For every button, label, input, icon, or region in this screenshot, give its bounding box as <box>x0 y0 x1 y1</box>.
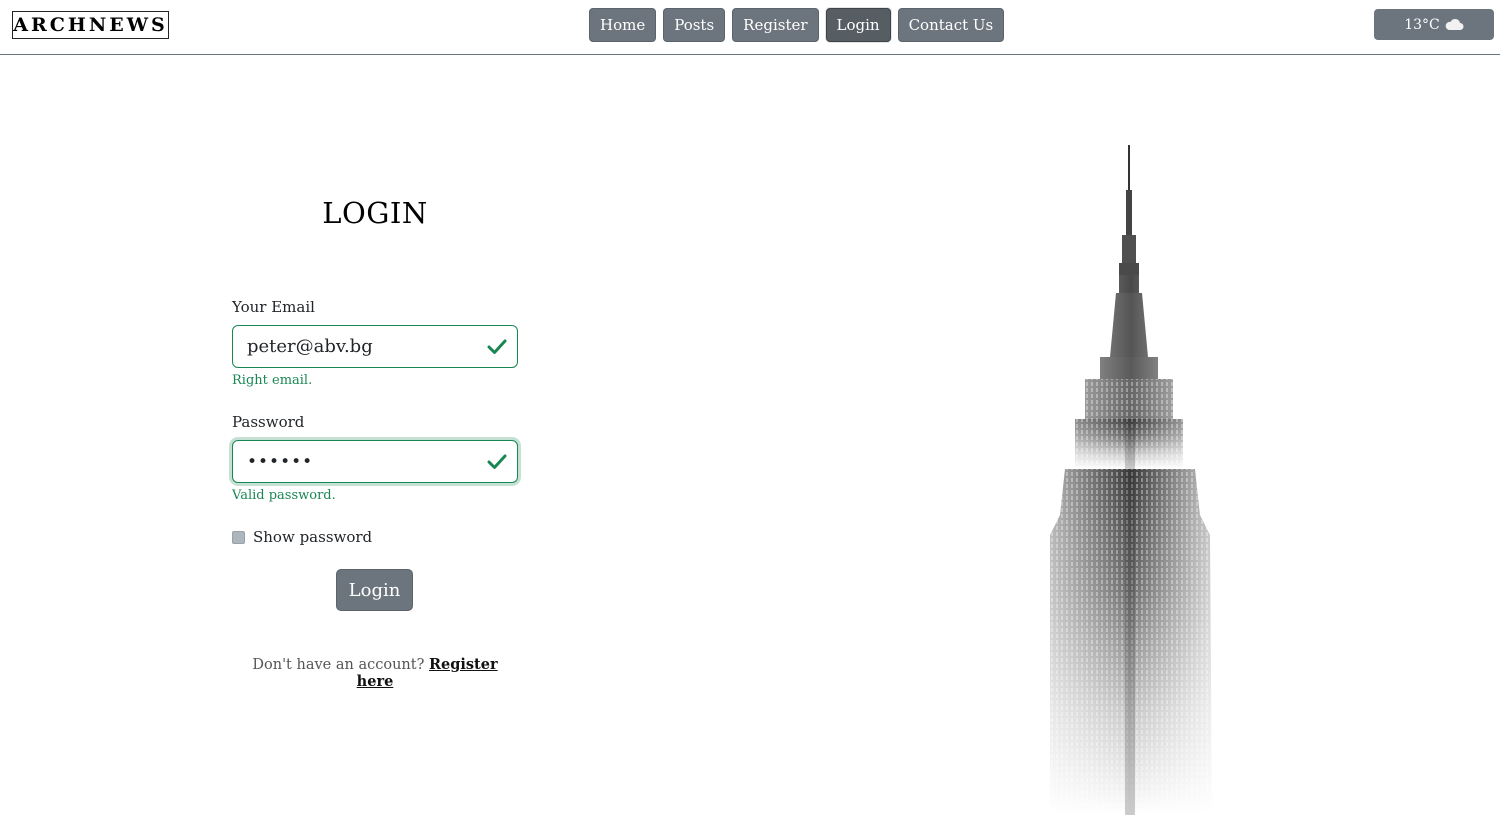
show-password-label: Show password <box>253 528 373 546</box>
navbar: ARCHNEWS Home Posts Register Login Conta… <box>0 0 1500 55</box>
skyscraper-image <box>1050 145 1212 815</box>
password-feedback: Valid password. <box>232 488 336 503</box>
cloud-icon <box>1445 18 1464 30</box>
show-password-toggle[interactable]: Show password <box>232 528 372 546</box>
login-button[interactable]: Login <box>336 569 413 611</box>
show-password-checkbox[interactable] <box>232 530 245 544</box>
nav-home-button[interactable]: Home <box>589 8 657 42</box>
email-value: peter@abv.bg <box>247 336 373 357</box>
password-field[interactable]: •••••• <box>232 440 518 483</box>
check-icon <box>487 339 507 354</box>
nav-contact-button[interactable]: Contact Us <box>897 8 1005 42</box>
site-logo[interactable]: ARCHNEWS <box>12 11 169 39</box>
page-title: LOGIN <box>322 196 428 230</box>
email-field[interactable]: peter@abv.bg <box>232 325 518 368</box>
nav-posts-button[interactable]: Posts <box>663 8 726 42</box>
weather-widget[interactable]: 13°C <box>1374 9 1494 40</box>
nav-login-button[interactable]: Login <box>825 8 891 42</box>
main-nav: Home Posts Register Login Contact Us <box>589 8 1005 42</box>
email-label: Your Email <box>232 298 315 316</box>
password-label: Password <box>232 413 305 431</box>
weather-temperature: 13°C <box>1404 16 1440 33</box>
no-account-text: Don't have an account? <box>252 657 425 673</box>
nav-register-button[interactable]: Register <box>732 8 819 42</box>
register-prompt: Don't have an account? Register here <box>232 656 518 690</box>
email-feedback: Right email. <box>232 373 313 388</box>
password-value: •••••• <box>247 451 314 472</box>
check-icon <box>487 454 507 469</box>
